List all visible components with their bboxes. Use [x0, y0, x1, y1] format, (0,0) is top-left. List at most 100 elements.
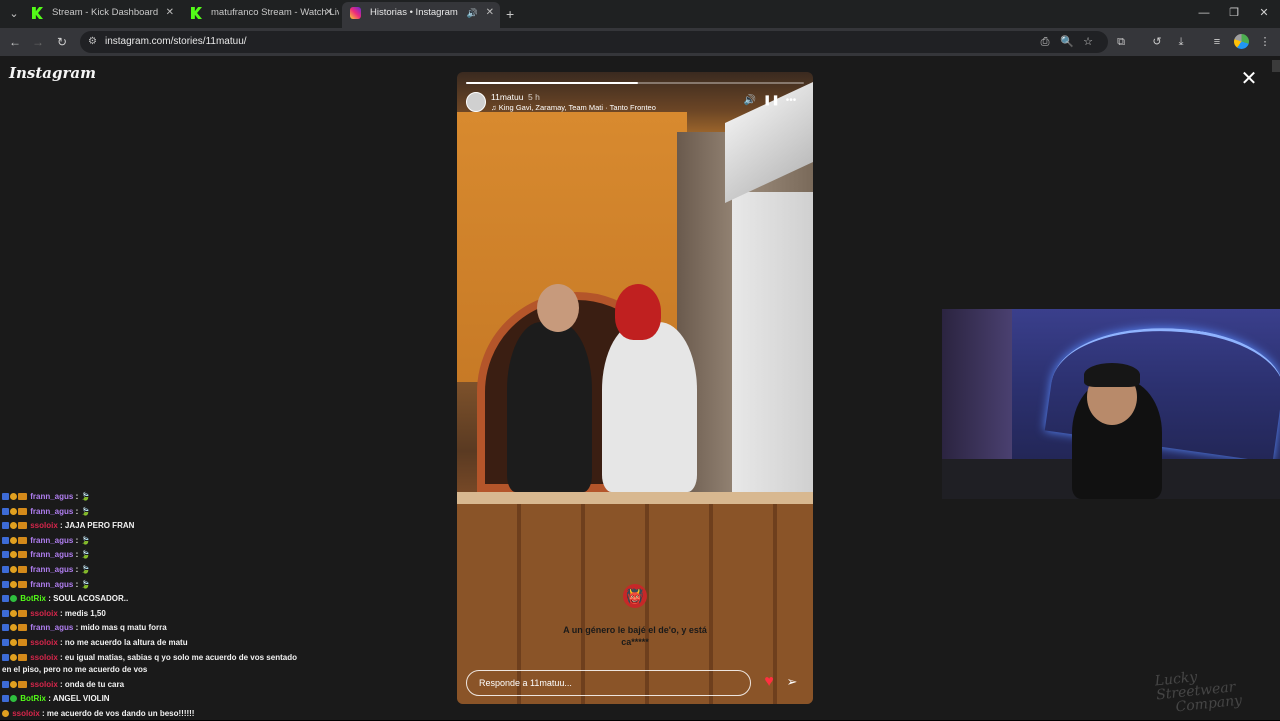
chat-badge-gold-icon	[10, 551, 17, 559]
chat-message: ssoloix : medis 1,50	[2, 607, 302, 622]
tab-search-chevron-icon[interactable]: ⌄	[4, 4, 24, 24]
story-photo-door	[732, 192, 813, 492]
download-icon[interactable]: ⤓	[1172, 33, 1190, 51]
browser-menu-icon[interactable]: ⋮	[1256, 33, 1274, 51]
chat-badge-blue-icon	[2, 653, 9, 661]
story-photo-person	[507, 322, 592, 492]
chat-message: ssoloix : onda de tu cara	[2, 678, 302, 693]
story-progress-bar	[466, 82, 804, 84]
close-icon[interactable]: ✕	[1238, 68, 1260, 90]
reply-input[interactable]: Responde a 11matuu...	[466, 670, 751, 696]
chat-badge-orange-icon	[18, 653, 27, 661]
address-toolbar: ← → ↻ ⚙ instagram.com/stories/11matuu/ ⎙…	[0, 28, 1280, 56]
new-tab-button[interactable]: +	[506, 4, 520, 24]
chat-username[interactable]: frann_agus	[28, 565, 76, 574]
back-icon[interactable]: ←	[6, 33, 24, 51]
instagram-logo[interactable]: Instagram	[9, 64, 96, 82]
music-icon: ♫	[491, 103, 497, 112]
install-app-icon[interactable]: ⎙	[1036, 33, 1054, 51]
chat-username[interactable]: frann_agus	[28, 550, 76, 559]
chat-text: : 🍃	[75, 535, 91, 545]
address-bar[interactable]: ⚙ instagram.com/stories/11matuu/ ⎙ 🔍 ☆	[80, 31, 1108, 53]
chat-badge-blue-icon	[2, 536, 9, 544]
chat-badge-orange-icon	[18, 493, 27, 500]
chat-username[interactable]: ssoloix	[28, 653, 60, 662]
audio-playing-icon[interactable]: 🔊	[467, 2, 478, 24]
send-icon[interactable]: ➢	[783, 673, 801, 691]
chat-message: ssoloix : me acuerdo de vos dando un bes…	[2, 707, 302, 721]
chat-username[interactable]: ssoloix	[28, 609, 60, 618]
chat-badge-orange-icon	[18, 507, 27, 515]
chat-badge-blue-icon	[2, 522, 9, 530]
chat-username[interactable]: ssoloix	[28, 638, 60, 647]
tab-kick-dashboard[interactable]: Stream - Kick Dashboard ✕	[24, 2, 180, 28]
reload-icon[interactable]: ↻	[53, 33, 71, 51]
history-icon[interactable]: ↺	[1148, 33, 1166, 51]
chat-badge-orange-icon	[18, 551, 27, 559]
chat-badge-blue-icon	[2, 507, 9, 515]
instagram-icon	[350, 7, 361, 19]
site-info-icon[interactable]: ⚙	[88, 34, 97, 50]
bookmark-star-icon[interactable]: ☆	[1079, 33, 1097, 51]
tab-close-icon[interactable]: ✕	[166, 2, 174, 24]
tab-close-icon[interactable]: ✕	[486, 2, 494, 24]
chat-badge-blue-icon	[2, 638, 9, 646]
window-close-icon[interactable]: ✕	[1254, 4, 1274, 22]
chat-badge-blue-icon	[2, 551, 9, 559]
chat-username[interactable]: BotRix	[18, 694, 48, 703]
chat-badge-gold-icon	[10, 609, 17, 617]
chat-username[interactable]: frann_agus	[28, 536, 76, 545]
story-song-text: King Gavi, Zaramay, Team Mati · Tanto Fr…	[498, 103, 656, 112]
like-heart-icon[interactable]: ♥	[760, 673, 778, 691]
chat-username[interactable]: ssoloix	[28, 521, 60, 530]
chat-text: : medis 1,50	[60, 608, 106, 618]
chat-badge-orange-icon	[18, 580, 27, 588]
media-control-icon[interactable]: ≡	[1208, 33, 1226, 51]
chat-username[interactable]: frann_agus	[28, 623, 76, 632]
chat-text: : 🍃	[75, 564, 91, 574]
tab-close-icon[interactable]: ✕	[325, 2, 333, 24]
chat-username[interactable]: BotRix	[18, 594, 48, 603]
story-photo-person-head	[615, 284, 661, 340]
tab-matufranco-stream[interactable]: matufranco Stream - Watch Liv ✕	[183, 2, 339, 28]
tab-strip: ⌄ Stream - Kick Dashboard ✕ matufranco S…	[0, 0, 1280, 28]
tab-instagram-stories[interactable]: Historias • Instagram 🔊 ✕	[342, 2, 500, 28]
chat-username[interactable]: ssoloix	[10, 709, 42, 718]
chat-username[interactable]: frann_agus	[28, 492, 76, 501]
more-options-icon[interactable]: •••	[784, 94, 798, 108]
story-author-avatar[interactable]	[466, 92, 486, 112]
extensions-icon[interactable]: ⧉	[1112, 33, 1130, 51]
profile-avatar[interactable]	[1234, 34, 1249, 49]
webcam-overlay	[942, 309, 1280, 499]
scrollbar[interactable]	[1272, 60, 1280, 72]
chat-username[interactable]: frann_agus	[28, 580, 76, 589]
chat-badge-gold-icon	[10, 653, 17, 661]
zoom-icon[interactable]: 🔍	[1058, 33, 1076, 51]
chat-username[interactable]: ssoloix	[28, 680, 60, 689]
chat-text: : 🍃	[75, 506, 91, 516]
story-music-label[interactable]: ♫ King Gavi, Zaramay, Team Mati · Tanto …	[491, 103, 656, 112]
forward-icon[interactable]: →	[29, 33, 47, 51]
pause-icon[interactable]: ❚❚	[763, 94, 780, 108]
chat-badge-green-icon	[10, 595, 17, 603]
chat-badge-gold-icon	[10, 680, 17, 688]
story-photo-mirror-frame	[457, 492, 813, 504]
minimize-icon[interactable]: —	[1194, 4, 1214, 22]
chat-message: BotRix : SOUL ACOSADOR..	[2, 592, 302, 607]
story-frame[interactable]: 11matuu 5 h ♫ King Gavi, Zaramay, Team M…	[457, 72, 813, 704]
chat-username[interactable]: frann_agus	[28, 507, 76, 516]
chat-badge-orange-icon	[18, 609, 27, 617]
volume-icon[interactable]: 🔊	[743, 94, 757, 108]
chat-badge-orange-icon	[18, 680, 27, 688]
story-username[interactable]: 11matuu	[491, 92, 523, 102]
chat-text: : 🍃	[75, 550, 91, 560]
chat-badge-gold-icon	[10, 536, 17, 544]
chat-badge-blue-icon	[2, 595, 9, 603]
chat-badge-orange-icon	[18, 565, 27, 573]
url-text[interactable]: instagram.com/stories/11matuu/	[105, 31, 247, 53]
chat-badge-blue-icon	[2, 624, 9, 632]
chat-badge-gold-icon	[10, 522, 17, 530]
chat-badge-orange-icon	[18, 522, 27, 530]
chat-badge-gold-icon	[2, 709, 9, 717]
restore-icon[interactable]: ❐	[1224, 4, 1244, 22]
